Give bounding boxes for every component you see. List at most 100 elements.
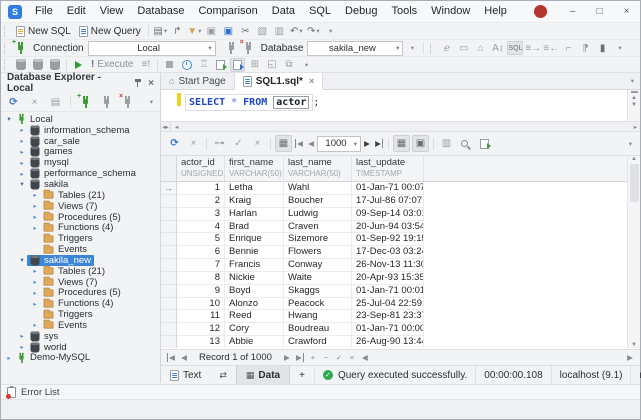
row-selector[interactable] xyxy=(161,221,177,234)
table-row[interactable]: 8NickieWaite20-Apr-93 15:35:33 xyxy=(161,272,627,285)
tree-item-games[interactable]: ▸games xyxy=(1,147,160,158)
first-record-icon[interactable]: ◀ xyxy=(165,353,177,362)
scroll-down-icon[interactable]: ▼ xyxy=(631,102,637,108)
table-row[interactable]: 9BoydSkaggs01-Jan-71 00:01:04 xyxy=(161,285,627,298)
uppercase-icon[interactable]: ⌐ xyxy=(561,41,576,55)
maximize-button[interactable]: □ xyxy=(586,1,613,22)
tree-item-content[interactable]: Demo-MySQL xyxy=(14,353,93,364)
cell-last_update[interactable]: 20-Jun-94 03:54:52 xyxy=(352,221,424,234)
tree-item-events[interactable]: Events xyxy=(1,244,160,255)
row-selector[interactable] xyxy=(161,298,177,311)
tree-item-content[interactable]: Views (7) xyxy=(40,277,100,288)
refresh-icon[interactable]: ⟳ xyxy=(5,95,22,109)
apply-changes-icon[interactable]: ✓ xyxy=(230,135,247,152)
tree-item-content[interactable]: Events xyxy=(40,244,90,255)
cell-first_name[interactable]: Bennie xyxy=(225,246,284,259)
tree-item-procedures-5-[interactable]: ▸Procedures (5) xyxy=(1,212,160,223)
cell-actor_id[interactable]: 2 xyxy=(177,195,225,208)
cell-actor_id[interactable]: 13 xyxy=(177,336,225,348)
expand-icon[interactable]: ▸ xyxy=(17,148,27,156)
table-row[interactable]: 4BradCraven20-Jun-94 03:54:52 xyxy=(161,221,627,234)
scrollbar-thumb[interactable] xyxy=(630,164,639,202)
table-row[interactable]: 12CoryBoudreau01-Jan-71 00:00:05 xyxy=(161,323,627,336)
menu-database[interactable]: Database xyxy=(130,1,191,22)
new-connection-icon[interactable]: + xyxy=(77,95,94,109)
menu-view[interactable]: View xyxy=(93,1,131,22)
close-panel-icon[interactable]: × xyxy=(148,78,154,89)
column-header-actor_id[interactable]: actor_idUNSIGNED xyxy=(177,156,225,181)
row-selector[interactable] xyxy=(161,285,177,298)
tree-item-content[interactable]: Tables (21) xyxy=(40,266,108,277)
tree-item-local[interactable]: ▾Local xyxy=(1,114,160,125)
import-icon[interactable] xyxy=(230,58,245,72)
expand-icon[interactable]: ▸ xyxy=(17,126,27,134)
cell-last_name[interactable]: Crawford xyxy=(284,336,352,348)
cell-first_name[interactable]: Nickie xyxy=(225,272,284,285)
cell-last_name[interactable]: Skaggs xyxy=(284,285,352,298)
tree-item-content[interactable]: Tables (21) xyxy=(40,190,108,201)
export-icon[interactable] xyxy=(213,58,228,72)
tree-item-demo-mysql[interactable]: ▸Demo-MySQL xyxy=(1,353,160,364)
save-icon[interactable]: ▣ xyxy=(204,24,219,38)
last-page-icon[interactable]: ▶ xyxy=(373,139,385,148)
tree-item-tables-21-[interactable]: ▸Tables (21) xyxy=(1,266,160,277)
redo-icon[interactable]: ↷▾ xyxy=(306,24,321,38)
tab-sql1[interactable]: SQL1.sql* × xyxy=(235,73,324,90)
column-header-last_name[interactable]: last_nameVARCHAR(50) xyxy=(284,156,352,181)
column-visibility-icon[interactable]: ▥ xyxy=(438,135,455,152)
scroll-down-icon[interactable]: ▼ xyxy=(631,342,637,348)
connection-select[interactable]: Local ▾ xyxy=(88,41,216,56)
tree-item-views-7-[interactable]: ▸Views (7) xyxy=(1,277,160,288)
expand-icon[interactable]: ▸ xyxy=(30,191,40,199)
cell-last_name[interactable]: Craven xyxy=(284,221,352,234)
explorer-toolbar-overflow-icon[interactable]: ▾ xyxy=(150,98,157,106)
table-row[interactable]: →1LethaWahl01-Jan-71 00:07:13 xyxy=(161,182,627,195)
tree-item-content[interactable]: Events xyxy=(40,320,90,331)
previous-page-icon[interactable]: ◀ xyxy=(305,139,317,148)
indent-icon[interactable]: ≡→ xyxy=(525,41,541,55)
toolbar2-overflow-icon[interactable]: ▾ xyxy=(612,41,627,55)
tree-item-events[interactable]: ▸Events xyxy=(1,320,160,331)
expand-icon[interactable]: ▸ xyxy=(30,213,40,221)
editor-horizontal-scrollbar[interactable]: ◂▸ ◂ ▸ xyxy=(161,121,640,132)
tree-item-procedures-5-[interactable]: ▸Procedures (5) xyxy=(1,288,160,299)
card-view-icon[interactable]: ▣ xyxy=(412,135,429,152)
last-record-icon[interactable]: ▶ xyxy=(294,353,306,362)
cut-icon[interactable]: ✂ xyxy=(238,24,253,38)
grid-scroll-left-icon[interactable]: ◀ xyxy=(359,353,371,362)
first-page-icon[interactable]: ◀ xyxy=(293,139,305,148)
cell-actor_id[interactable]: 9 xyxy=(177,285,225,298)
database-script-icon[interactable] xyxy=(13,58,28,72)
pin-icon[interactable] xyxy=(134,78,142,88)
cell-last_name[interactable]: Flowers xyxy=(284,246,352,259)
tree-item-content[interactable]: information_schema xyxy=(27,125,133,136)
row-selector[interactable] xyxy=(161,259,177,272)
execute-button[interactable]: ! Execute xyxy=(87,57,137,72)
menu-sql[interactable]: SQL xyxy=(302,1,338,22)
toolbar3-overflow-icon[interactable]: ▾ xyxy=(298,58,313,72)
cell-actor_id[interactable]: 10 xyxy=(177,298,225,311)
row-selector[interactable] xyxy=(161,336,177,348)
cell-actor_id[interactable]: 11 xyxy=(177,310,225,323)
swap-panes-button[interactable]: ⇄ xyxy=(210,366,236,384)
expand-icon[interactable]: ▸ xyxy=(17,159,27,167)
tree-item-content[interactable]: games xyxy=(27,147,76,158)
tree-item-triggers[interactable]: Triggers xyxy=(1,309,160,320)
bookmark-icon[interactable]: ▮ xyxy=(595,41,610,55)
page-size-select[interactable]: 1000 ▾ xyxy=(317,136,361,152)
tree-item-sakila-new[interactable]: ▾sakila_new xyxy=(1,255,160,266)
cell-last_update[interactable]: 17-Jul-86 07:07:41 xyxy=(352,195,424,208)
minimize-button[interactable]: – xyxy=(559,1,586,22)
outdent-icon[interactable]: ≡← xyxy=(543,41,559,55)
cell-last_name[interactable]: Conway xyxy=(284,259,352,272)
cell-first_name[interactable]: Letha xyxy=(225,182,284,195)
tab-list-icon[interactable]: ▾ xyxy=(631,77,640,85)
cell-actor_id[interactable]: 8 xyxy=(177,272,225,285)
sql-format-icon[interactable]: SQL xyxy=(507,41,523,55)
tree-item-content[interactable]: sakila_new xyxy=(27,255,94,266)
database-refresh-icon[interactable] xyxy=(30,58,45,72)
menu-edit[interactable]: Edit xyxy=(60,1,93,22)
paging-mode-icon[interactable]: ▦ xyxy=(275,135,292,152)
save-all-icon[interactable]: ▣ xyxy=(221,24,236,38)
tree-item-functions-4-[interactable]: ▸Functions (4) xyxy=(1,298,160,309)
